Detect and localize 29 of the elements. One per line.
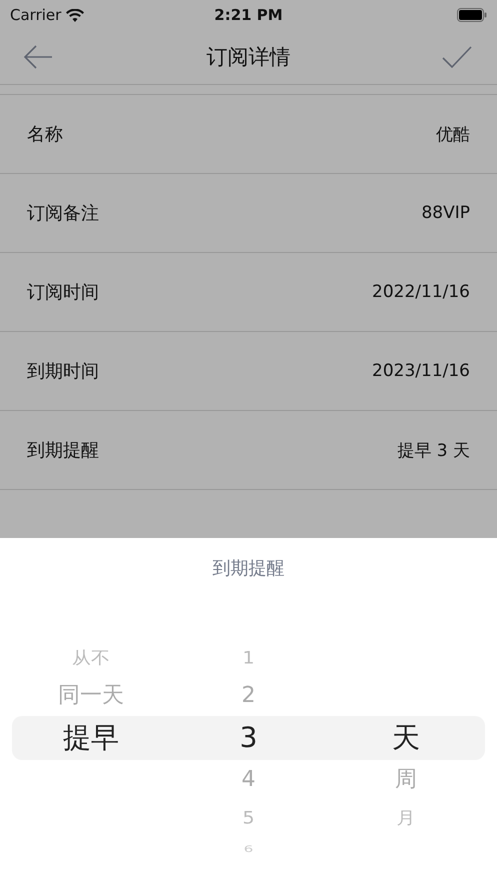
back-arrow-icon[interactable] <box>23 45 53 69</box>
picker-option[interactable]: 4 <box>241 769 256 791</box>
picker-option[interactable]: 3 <box>240 724 258 752</box>
picker-option[interactable]: 月 <box>396 809 416 827</box>
field-value[interactable]: 优酷 <box>436 122 470 146</box>
field-value[interactable]: 2023/11/16 <box>372 361 470 381</box>
field-value[interactable]: 88VIP <box>421 203 470 223</box>
carrier-label: Carrier <box>10 6 62 24</box>
picker-option[interactable]: 同一天 <box>58 685 124 707</box>
battery-icon <box>457 8 487 22</box>
field-label: 名称 <box>27 123 63 146</box>
field-value[interactable]: 2022/11/16 <box>372 282 470 302</box>
field-label: 订阅备注 <box>27 202 99 225</box>
field-label: 订阅时间 <box>27 281 99 304</box>
wifi-icon <box>66 8 84 22</box>
picker-option[interactable]: 1 <box>242 649 255 667</box>
checkmark-icon[interactable] <box>442 46 472 68</box>
picker-option[interactable]: 2 <box>241 685 256 707</box>
picker-option[interactable]: 天 <box>392 724 420 752</box>
page-title: 订阅详情 <box>206 44 292 71</box>
picker-title: 到期提醒 <box>212 557 284 580</box>
picker-option[interactable]: 周 <box>395 769 418 791</box>
picker-option[interactable]: 提早 <box>62 724 119 752</box>
field-label: 到期提醒 <box>27 439 99 462</box>
status-time: 2:21 PM <box>214 6 283 24</box>
picker-option[interactable]: 从不 <box>72 649 110 667</box>
field-label: 到期时间 <box>27 360 99 383</box>
picker-option[interactable]: 5 <box>242 809 255 827</box>
field-value[interactable]: 提早 3 天 <box>397 438 470 462</box>
